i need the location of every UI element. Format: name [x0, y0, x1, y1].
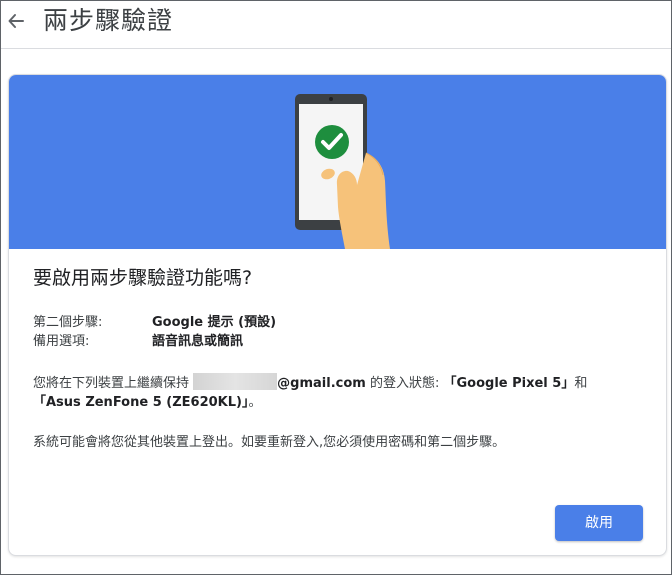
- enable-button[interactable]: 啟用: [555, 505, 643, 541]
- dialog-heading: 要啟用兩步驟驗證功能嗎?: [33, 267, 253, 289]
- device-message: 您將在下列裝置上繼續保持 @gmail.com 的登入狀態: 「Google P…: [33, 373, 653, 412]
- detail-value: Google 提示 (預設): [152, 315, 277, 330]
- device-message-prefix: 您將在下列裝置上繼續保持: [33, 376, 190, 391]
- device-message-and: 和: [574, 376, 588, 391]
- detail-value: 語音訊息或簡訊: [152, 334, 244, 349]
- signout-message: 系統可能會將您從其他裝置上登出。如要重新登入,您必須使用密碼和第二個步驟。: [33, 435, 506, 450]
- enable-2sv-card: 要啟用兩步驟驗證功能嗎? 第二個步驟: Google 提示 (預設) 備用選項: 語…: [8, 74, 667, 556]
- detail-row-backup: 備用選項: 語音訊息或簡訊: [33, 333, 243, 351]
- page-title: 兩步驟驗證: [43, 6, 174, 35]
- device-message-middle: 的登入狀態:: [365, 376, 440, 391]
- detail-label: 備用選項:: [33, 334, 90, 349]
- device-name-1: 「Google Pixel 5」: [443, 376, 575, 391]
- redacted-email: [193, 373, 278, 390]
- page-header: 兩步驟驗證: [1, 1, 671, 49]
- arrow-left-icon: [8, 14, 24, 28]
- banner-illustration: [9, 75, 666, 249]
- email-domain: @gmail.com: [277, 376, 366, 391]
- checkmark-icon: [315, 125, 349, 159]
- back-button[interactable]: [5, 10, 27, 32]
- device-message-end: 。: [248, 395, 262, 410]
- window-frame: 兩步驟驗證 要啟用兩步驟驗證功能嗎? 第二個步驟: Google 提示 (預設)…: [0, 0, 672, 575]
- detail-row-second-step: 第二個步驟: Google 提示 (預設): [33, 314, 276, 332]
- device-name-2: 「Asus ZenFone 5 (ZE620KL)」: [33, 395, 249, 410]
- detail-label: 第二個步驟:: [33, 315, 103, 330]
